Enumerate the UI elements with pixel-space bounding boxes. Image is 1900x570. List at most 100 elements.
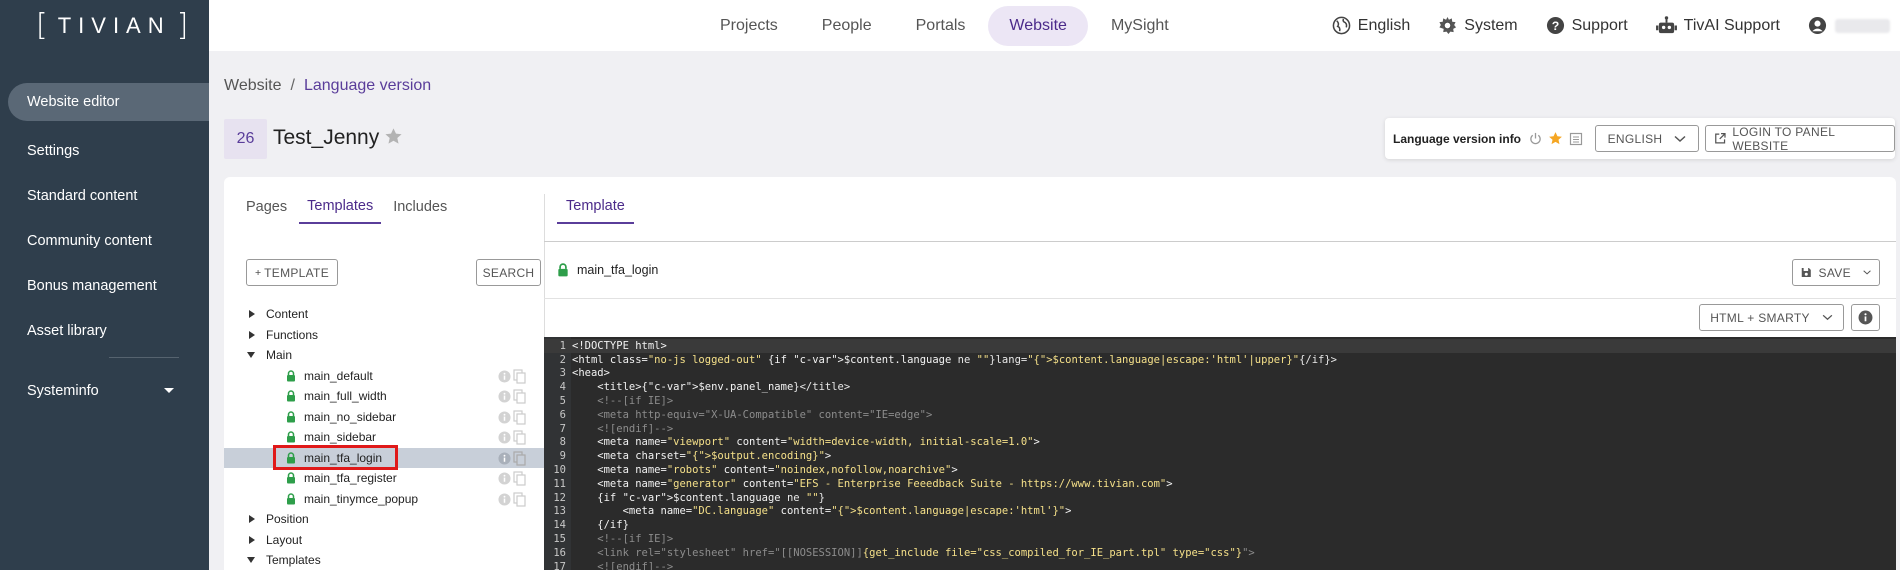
tabs-underline [544,241,1896,242]
line-number: 17 [553,560,566,570]
info-icon[interactable] [498,451,511,465]
topnav-portals[interactable]: Portals [895,6,987,46]
sidebar-item-standard-content[interactable]: Standard content [0,173,209,218]
copy-icon[interactable] [513,430,527,445]
system-menu[interactable]: System [1438,16,1518,35]
code-line[interactable]: 1 <!DOCTYPE html> [544,339,1896,353]
copy-icon[interactable] [513,389,527,404]
code-line[interactable]: 16 <link rel="stylesheet" href="[[NOSESS… [544,546,1896,560]
copy-icon[interactable] [513,471,527,486]
code-line[interactable]: 8 <meta name="viewport" content="width=d… [544,436,1896,450]
tab-template[interactable]: Template [557,190,634,224]
code-text: <html class="no-js logged-out" {if "c-va… [572,353,1337,366]
line-number: 10 [553,464,566,477]
code-line[interactable]: 2 <html class="no-js logged-out" {if "c-v… [544,353,1896,367]
tree-item-main-tinymce-popup[interactable]: main_tinymce_popup [224,489,544,510]
code-line[interactable]: 15 <!--[if IE]> [544,532,1896,546]
code-text: {if "c-var">$content.language ne ""} [572,491,825,504]
info-icon[interactable] [498,492,511,506]
copy-icon[interactable] [513,409,527,425]
code-line[interactable]: 6 <meta http-equiv="X-UA-Compatible" con… [544,408,1896,422]
info-icon[interactable] [498,472,511,485]
tree-item-main-tfa-register[interactable]: main_tfa_register [224,468,544,489]
language-select-button[interactable]: ENGLISH [1595,125,1700,152]
topnav-mysight[interactable]: MySight [1090,6,1190,46]
code-text: <!DOCTYPE html> [572,339,667,352]
robot-icon [1655,16,1677,34]
breadcrumb-root[interactable]: Website [224,77,282,94]
info-icon[interactable] [498,410,511,424]
sidebar-item-settings[interactable]: Settings [0,128,209,173]
topnav-website[interactable]: Website [988,6,1088,46]
language-menu[interactable]: English [1332,16,1410,35]
tree-folder-content[interactable]: Content [224,304,544,325]
tree-item-main-full-width[interactable]: main_full_width [224,386,544,407]
topnav-projects[interactable]: Projects [699,6,799,46]
code-line[interactable]: 7 <![endif]--> [544,422,1896,436]
sidebar-item-community-content[interactable]: Community content [0,218,209,263]
tree-folder-templates[interactable]: Templates [224,550,544,570]
tivai-support-menu[interactable]: TivAI Support [1655,16,1780,35]
code-line[interactable]: 5 <!--[if IE]> [544,394,1896,408]
topnav-people[interactable]: People [801,6,893,46]
search-button[interactable]: SEARCH [476,259,541,286]
code-line[interactable]: 13 <meta name="DC.language" content="{">… [544,505,1896,519]
lock-icon [286,493,296,505]
sidebar-item-bonus-management[interactable]: Bonus management [0,263,209,308]
code-line[interactable]: 11 <meta name="generator" content="EFS -… [544,477,1896,491]
add-template-button[interactable]: TEMPLATE [246,259,338,286]
login-to-panel-website-button[interactable]: LOGIN TO PANEL WEBSITE [1705,125,1896,153]
line-number: 8 [559,436,566,449]
caret-right-icon [249,310,255,319]
lock-icon [286,431,296,443]
info-icon[interactable] [498,369,511,383]
user-menu[interactable] [1808,16,1890,35]
power-icon[interactable] [1529,132,1542,145]
code-line[interactable]: 9 <meta charset="{">$output.encoding}"> [544,449,1896,463]
info-icon [1858,310,1873,325]
sidebar-item-asset-library[interactable]: Asset library [0,308,209,353]
tree-folder-functions[interactable]: Functions [224,325,544,346]
code-text: <!--[if IE]> [572,533,674,546]
code-text: <meta name="robots" content="noindex,nof… [572,464,958,477]
code-line[interactable]: 12 {if "c-var">$content.language ne ""} [544,491,1896,505]
tree-folder-main[interactable]: Main [224,345,544,366]
code-line[interactable]: 14 {/if} [544,518,1896,532]
sidebar-item-systeminfo[interactable]: Systeminfo [0,368,209,413]
tab-templates[interactable]: Templates [299,190,382,224]
tree-item-main-default[interactable]: main_default [224,366,544,387]
code-line[interactable]: 4 <title>{"c-var">$env.panel_name}</titl… [544,380,1896,394]
line-number: 5 [559,395,566,408]
copy-icon[interactable] [513,450,527,466]
breadcrumb-current[interactable]: Language version [304,77,431,94]
copy-icon[interactable] [513,491,527,507]
save-button[interactable]: SAVE [1792,259,1880,286]
sidebar-item-website-editor[interactable]: Website editor [8,83,209,121]
info-icon[interactable] [498,390,511,403]
code-line[interactable]: 17 <![endif]--> [544,560,1896,570]
chevron-down-icon [1674,135,1686,142]
editor-mode-select[interactable]: HTML + SMARTY [1699,304,1844,331]
tivian-logo[interactable]: [ TIVIAN ] [36,11,188,41]
tab-includes[interactable]: Includes [385,190,455,224]
editor-card: Pages Templates Includes TEMPLATE SEARCH… [224,177,1896,570]
code-text: <meta name="DC.language" content="{">$co… [572,505,1072,518]
editor-info-button[interactable] [1851,304,1880,331]
info-icon[interactable] [498,431,511,444]
support-menu[interactable]: ? Support [1546,16,1628,35]
lock-icon [286,472,296,484]
code-line[interactable]: 10 <meta name="robots" content="noindex,… [544,463,1896,477]
tree-folder-layout[interactable]: Layout [224,530,544,551]
code-text: <meta charset="{">$output.encoding}"> [572,450,832,463]
copy-icon[interactable] [513,368,527,384]
globe-icon [1332,16,1351,35]
code-line[interactable]: 3 <head> [544,367,1896,381]
tree-item-main-no-sidebar[interactable]: main_no_sidebar [224,407,544,428]
tree-folder-position[interactable]: Position [224,509,544,530]
code-editor[interactable]: 1 <!DOCTYPE html> 2 <html class="no-js logg… [544,337,1896,570]
document-icon[interactable] [1569,132,1583,146]
favorite-star-icon[interactable] [384,127,403,151]
tab-pages[interactable]: Pages [238,190,295,224]
tree-item-main-tfa-login[interactable]: main_tfa_login [224,444,544,470]
star-icon[interactable] [1548,131,1563,146]
